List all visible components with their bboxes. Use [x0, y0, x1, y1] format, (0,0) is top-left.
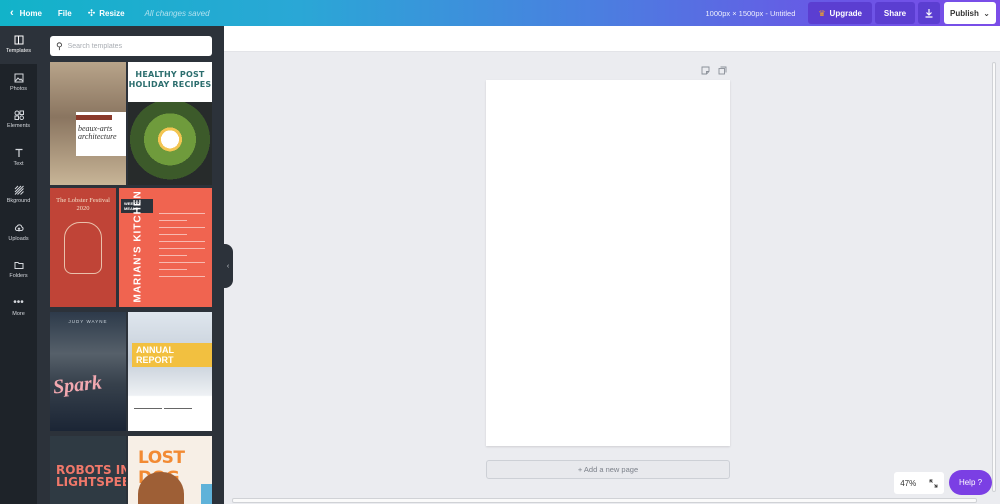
chevron-down-icon: ⌄: [983, 8, 990, 18]
horizontal-scrollbar-thumb[interactable]: [232, 498, 977, 503]
template-title: MARIAN'S KITCHEN: [132, 190, 144, 303]
download-icon: [925, 9, 933, 18]
file-label: File: [57, 8, 72, 18]
left-nav: Templates Photos Elements Text Bkground …: [0, 26, 37, 504]
more-icon: •••: [13, 296, 24, 308]
template-thumbnail[interactable]: JUDY WAYNE Spark: [50, 312, 126, 431]
divider: [134, 408, 162, 418]
search-icon: ⚲: [56, 40, 63, 51]
save-status: All changes saved: [144, 8, 210, 18]
share-label: Share: [883, 8, 907, 18]
template-title: ANNUAL REPORT: [132, 343, 212, 367]
template-thumbnail[interactable]: ANNUAL REPORT: [128, 312, 212, 431]
decorative-stripe: [201, 484, 212, 504]
nav-item-folders[interactable]: Folders: [0, 251, 37, 289]
chevron-left-icon: ‹: [226, 262, 230, 270]
template-title: beaux-arts architecture: [78, 124, 117, 141]
nav-label-text: Text: [13, 160, 24, 167]
resize-button[interactable]: ✣ Resize: [80, 0, 133, 26]
nav-item-more[interactable]: ••• More: [0, 289, 37, 327]
home-button[interactable]: ‹ Home: [0, 0, 50, 26]
home-label: Home: [19, 8, 42, 18]
top-bar: ‹ Home File ✣ Resize All changes saved 1…: [0, 0, 1000, 26]
nav-item-uploads[interactable]: Uploads: [0, 214, 37, 252]
nav-item-background[interactable]: Bkground: [0, 176, 37, 214]
collapse-panel-button[interactable]: ‹: [223, 244, 233, 288]
template-title: ROBOTS IN LIGHTSPEED: [56, 463, 126, 489]
publish-button[interactable]: Publish ⌄: [944, 2, 996, 24]
nav-item-elements[interactable]: Elements: [0, 101, 37, 139]
resize-icon: ✣: [87, 7, 96, 18]
template-title: Spark: [51, 371, 103, 399]
template-thumbnail[interactable]: HEALTHY POST HOLIDAY RECIPES: [128, 62, 212, 185]
chevron-left-icon: ‹: [10, 7, 14, 19]
uploads-icon: [14, 224, 24, 232]
design-page[interactable]: [486, 80, 730, 446]
publish-label: Publish: [950, 8, 979, 18]
vertical-scrollbar[interactable]: [992, 56, 997, 496]
menu-lines: [159, 213, 205, 283]
nav-label-templates: Templates: [5, 48, 32, 55]
horizontal-scrollbar[interactable]: [224, 496, 992, 504]
help-button[interactable]: Help ?: [949, 470, 992, 495]
folders-icon: [14, 262, 23, 270]
food-image: [128, 102, 212, 185]
nav-item-text[interactable]: Text: [0, 139, 37, 177]
notes-icon[interactable]: [699, 64, 711, 76]
add-page-button[interactable]: + Add a new page: [486, 460, 730, 479]
vertical-scrollbar-thumb[interactable]: [992, 62, 996, 492]
templates-panel: ⚲ beaux-arts architecture HEALTHY POST H…: [37, 26, 224, 504]
upgrade-button[interactable]: ♛ Upgrade: [808, 2, 872, 24]
nav-label-more: More: [12, 310, 25, 317]
file-menu-button[interactable]: File: [50, 0, 80, 26]
template-thumbnail[interactable]: LOST DOG: [128, 436, 212, 504]
template-thumbnail[interactable]: WEEKLY MEALS MARIAN'S KITCHEN: [119, 188, 212, 307]
background-icon: [14, 185, 24, 196]
nav-item-templates[interactable]: Templates: [0, 26, 37, 64]
template-title: HEALTHY POST HOLIDAY RECIPES: [128, 70, 212, 89]
document-info[interactable]: 1000px × 1500px - Untitled: [706, 9, 796, 18]
search-box[interactable]: ⚲: [50, 36, 212, 56]
duplicate-page-icon[interactable]: [716, 64, 728, 76]
photos-icon: [14, 73, 23, 83]
download-button[interactable]: [918, 2, 940, 24]
share-button[interactable]: Share: [875, 2, 915, 24]
zoom-control[interactable]: 47%: [894, 472, 944, 494]
zoom-level: 47%: [900, 478, 917, 488]
templates-icon: [14, 35, 23, 45]
text-icon: [15, 148, 22, 157]
template-title-card: beaux-arts architecture: [76, 112, 126, 156]
nav-label-folders: Folders: [9, 273, 28, 280]
template-thumbnail[interactable]: The Lobster Festival 2020: [50, 188, 116, 307]
template-thumbnail[interactable]: ROBOTS IN LIGHTSPEED: [50, 436, 126, 504]
lobster-illustration: [64, 222, 102, 274]
decorative-bar: [76, 115, 112, 120]
template-title: The Lobster Festival 2020: [56, 197, 110, 212]
nav-label-background: Bkground: [6, 198, 31, 205]
editor-toolbar: [224, 26, 1000, 52]
nav-item-photos[interactable]: Photos: [0, 64, 37, 102]
expand-icon[interactable]: [929, 479, 938, 488]
resize-label: Resize: [99, 8, 125, 18]
elements-icon: [14, 110, 24, 121]
editor-canvas: + Add a new page 47% Help ?: [224, 26, 1000, 504]
template-thumbnail[interactable]: beaux-arts architecture: [50, 62, 126, 185]
search-input[interactable]: [67, 42, 198, 50]
crown-icon: ♛: [818, 8, 826, 18]
upgrade-label: Upgrade: [829, 8, 862, 18]
nav-label-photos: Photos: [9, 85, 28, 92]
nav-label-elements: Elements: [7, 123, 30, 130]
template-author: JUDY WAYNE: [68, 319, 108, 324]
nav-label-uploads: Uploads: [8, 235, 29, 242]
divider: [164, 408, 192, 418]
